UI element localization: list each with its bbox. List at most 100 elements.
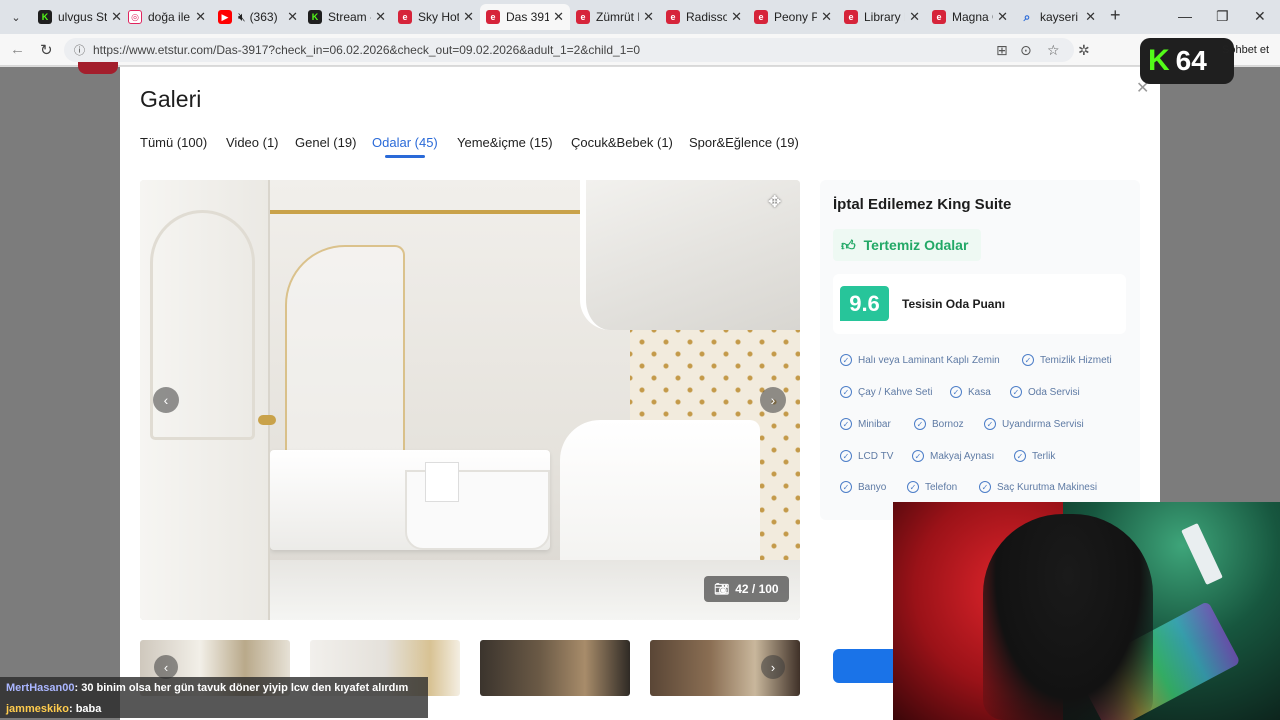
amenity-label: Oda Servisi [1028, 386, 1080, 398]
more-options-icon[interactable]: ⊙ [1020, 42, 1032, 59]
chat-username: MertHasan00 [6, 682, 75, 694]
check-circle-icon: ✓ [840, 354, 852, 366]
next-photo-button[interactable]: › [760, 387, 786, 413]
prev-photo-button[interactable]: ‹ [153, 387, 179, 413]
amenity-item: ✓ Halı veya Laminant Kaplı Zemin [840, 354, 1000, 366]
chat-text: : 30 binim olsa her gün tavuk döner yiyi… [74, 682, 409, 694]
site-info-icon[interactable]: ⓘ [74, 42, 85, 58]
check-circle-icon: ✓ [840, 418, 852, 430]
tab-peony[interactable]: e Peony Pa ✕ [748, 4, 838, 30]
chat-text: : baba [68, 703, 102, 715]
amenity-item: ✓ Kasa [950, 386, 991, 398]
thumbnail-next-button[interactable]: › [761, 655, 785, 679]
thumbs-up-icon: 👍︎ [841, 236, 856, 253]
amenity-item: ✓ Bornoz [914, 418, 964, 430]
restore-icon[interactable]: ❐ [1216, 8, 1229, 25]
tab-title: Zümrüt P [596, 10, 639, 24]
thumbnail-prev-button[interactable]: ‹ [154, 655, 178, 679]
check-circle-icon: ✓ [1022, 354, 1034, 366]
close-tab-icon[interactable]: ✕ [375, 9, 386, 25]
tab-magna[interactable]: e Magna C ✕ [926, 4, 1014, 30]
amenity-item: ✓ Banyo [840, 481, 886, 493]
back-arrow-icon[interactable]: ← [10, 41, 25, 58]
muted-speaker-icon[interactable]: 🔇︎ [238, 10, 246, 25]
close-tab-icon[interactable]: ✕ [287, 9, 298, 25]
close-tab-icon[interactable]: ✕ [731, 9, 742, 25]
tab-title: Magna C [952, 10, 993, 24]
tab-all[interactable]: Tümü (100) [140, 135, 207, 150]
photo-thumbnail[interactable] [480, 640, 630, 696]
tab-stream[interactable]: K Stream - ✕ [302, 4, 392, 30]
minimize-icon[interactable]: — [1178, 8, 1192, 24]
close-tab-icon[interactable]: ✕ [909, 9, 920, 25]
amenity-label: Minibar [858, 418, 891, 430]
amenity-label: Temizlik Hizmeti [1040, 354, 1112, 366]
extensions-icon[interactable]: ✲ [1078, 42, 1090, 59]
check-circle-icon: ✓ [907, 481, 919, 493]
app-grid-icon[interactable]: ⊞ [996, 42, 1008, 59]
close-tab-icon[interactable]: ✕ [553, 9, 564, 25]
chat-message: jammeskiko: baba [6, 703, 101, 715]
kick-logo: K [1148, 44, 1170, 77]
tab-list-chevron-icon[interactable]: ⌄ [6, 7, 26, 27]
tab-title: kayseri e [1040, 10, 1081, 24]
close-tab-icon[interactable]: ✕ [821, 9, 832, 25]
favorite-star-icon[interactable]: ☆ [1047, 42, 1060, 59]
etstur-icon: e [754, 10, 768, 24]
amenity-item: ✓ Temizlik Hizmeti [1022, 354, 1112, 366]
amenity-label: Kasa [968, 386, 991, 398]
url-field[interactable]: ⓘ https://www.etstur.com/Das-3917?check_… [64, 38, 1074, 62]
new-tab-plus-icon[interactable]: + [1110, 5, 1121, 26]
kick-overlay-badge: K 64 [1140, 38, 1234, 84]
tab-das-3917[interactable]: e Das 3917 ✕ [480, 4, 570, 30]
tab-kayseri[interactable]: ⌕ kayseri e ✕ [1014, 4, 1102, 30]
etstur-logo [78, 62, 118, 74]
close-tab-icon[interactable]: ✕ [643, 9, 654, 25]
amenity-label: Uyandırma Servisi [1002, 418, 1084, 430]
close-window-icon[interactable]: ✕ [1254, 8, 1266, 25]
amenity-label: Bornoz [932, 418, 964, 430]
amenity-item: ✓ Makyaj Aynası [912, 450, 994, 462]
amenity-label: Terlik [1032, 450, 1056, 462]
tab-child-baby[interactable]: Çocuk&Bebek (1) [571, 135, 673, 150]
close-tab-icon[interactable]: ✕ [463, 9, 474, 25]
sohbet-button[interactable]: Sohbet et [1222, 44, 1269, 56]
amenity-item: ✓ Telefon [907, 481, 957, 493]
close-tab-icon[interactable]: ✕ [1085, 9, 1096, 25]
tab-general[interactable]: Genel (19) [295, 135, 356, 150]
tab-library[interactable]: e Library H ✕ [838, 4, 926, 30]
check-circle-icon: ✓ [840, 386, 852, 398]
tab-sport-fun[interactable]: Spor&Eğlence (19) [689, 135, 799, 150]
tab-title: (363) [249, 10, 278, 24]
amenity-label: Makyaj Aynası [930, 450, 995, 462]
close-tab-icon[interactable]: ✕ [195, 9, 206, 25]
room-title: İptal Edilemez King Suite [833, 196, 1012, 213]
tab-zumrut[interactable]: e Zümrüt P ✕ [570, 4, 660, 30]
reload-icon[interactable]: ↻ [40, 41, 53, 59]
check-circle-icon: ✓ [950, 386, 962, 398]
photo-counter-text: 42 / 100 [735, 582, 779, 596]
address-bar-row: ← ↻ ⓘ https://www.etstur.com/Das-3917?ch… [0, 34, 1280, 66]
expand-icon[interactable]: ✥ [768, 192, 781, 212]
tab-rooms[interactable]: Odalar (45) [372, 135, 438, 150]
tab-food-drink[interactable]: Yeme&içme (15) [457, 135, 553, 150]
chat-username: jammeskiko [6, 703, 69, 715]
active-tab-indicator [385, 155, 425, 158]
chat-message: MertHasan00: 30 binim olsa her gün tavuk… [6, 682, 408, 694]
close-tab-icon[interactable]: ✕ [997, 9, 1008, 25]
tab-ulvgus[interactable]: K ulvgus St ✕ [32, 4, 128, 30]
url-text: https://www.etstur.com/Das-3917?check_in… [93, 43, 641, 57]
tab-video[interactable]: Video (1) [226, 135, 279, 150]
room-score-label: Tesisin Oda Puanı [902, 297, 1006, 311]
gallery-main-photo [140, 180, 800, 620]
check-circle-icon: ✓ [912, 450, 924, 462]
check-circle-icon: ✓ [979, 481, 991, 493]
tab-radisson[interactable]: e Radisson ✕ [660, 4, 748, 30]
amenity-item: ✓ Oda Servisi [1010, 386, 1080, 398]
close-tab-icon[interactable]: ✕ [111, 9, 122, 25]
tab-doga[interactable]: ◎ doğa ile ✕ [122, 4, 212, 30]
amenity-item: ✓ Terlik [1014, 450, 1055, 462]
tab-title: Stream - [328, 10, 372, 24]
tab-sky-hotel[interactable]: e Sky Hotel ✕ [392, 4, 480, 30]
tab-youtube[interactable]: ▶ 🔇︎ (363) ✕ [212, 4, 304, 30]
